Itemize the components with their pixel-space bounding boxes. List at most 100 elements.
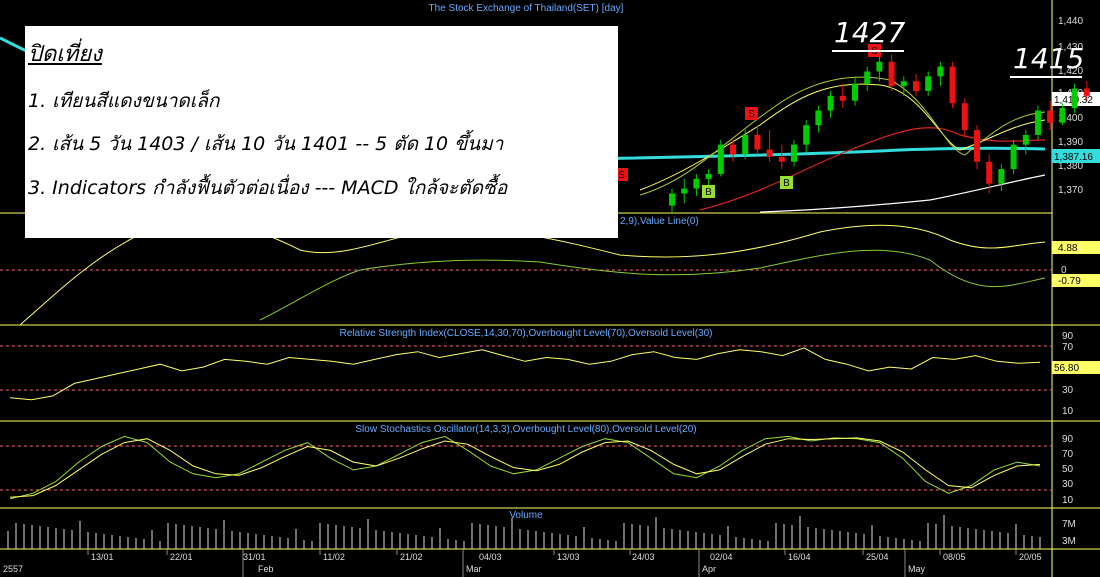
stoch-tick: 90 <box>1062 434 1074 445</box>
stoch-tick: 50 <box>1062 464 1074 475</box>
volume-tick: 7M <box>1062 519 1076 530</box>
note-title: ปิดเที่ยง <box>28 42 102 67</box>
price-tick: 1,390 <box>1058 137 1083 148</box>
month-label: Mar <box>466 564 482 574</box>
macd-value-1: 4.88 <box>1058 243 1078 254</box>
date-tick: 16/04 <box>788 552 811 562</box>
annotation-high-2: 1415 <box>1013 42 1085 75</box>
month-label: May <box>908 564 926 574</box>
date-tick: 02/04 <box>710 552 733 562</box>
candlesticks <box>669 54 1090 213</box>
candle-body <box>778 156 785 162</box>
macd-title: 2,9),Value Line(0) <box>620 216 699 227</box>
candle-body <box>717 144 724 174</box>
date-tick: 25/04 <box>866 552 889 562</box>
annotation-high-1: 1427 <box>834 16 906 49</box>
reference-levels <box>0 269 1052 491</box>
candle-body <box>1022 134 1029 145</box>
candle-body <box>986 161 993 184</box>
candle-body <box>803 125 810 145</box>
note-box: ปิดเที่ยง 1. เทียนสีแดงขนาดเล็ก 2. เส้น … <box>25 26 618 238</box>
candle-body <box>1059 108 1066 123</box>
candle-body <box>876 61 883 72</box>
signal-label: B <box>783 178 790 189</box>
macd-value-2: -0.79 <box>1058 276 1081 287</box>
annotation-underline-2 <box>1010 76 1082 78</box>
candle-body <box>1071 88 1078 109</box>
date-tick: 04/03 <box>479 552 502 562</box>
date-tick: 24/03 <box>632 552 655 562</box>
candle-body <box>961 103 968 131</box>
candle-body <box>864 71 871 84</box>
macd-signal-line <box>259 249 1046 321</box>
note-line-2: 2. เส้น 5 วัน 1403 / เส้น 10 วัน 1401 --… <box>28 133 504 155</box>
candle-body <box>1035 110 1041 135</box>
candle-body <box>1010 144 1017 170</box>
month-label: 2557 <box>3 564 23 574</box>
rsi-tick: 90 <box>1062 331 1074 342</box>
candle-body <box>827 95 834 111</box>
candle-body <box>681 188 688 194</box>
candle-body <box>705 173 712 179</box>
candle-body <box>1047 110 1054 123</box>
stoch-tick: 10 <box>1062 495 1074 506</box>
date-tick: 11/02 <box>323 552 345 562</box>
candle-body <box>900 81 907 87</box>
date-tick: 13/03 <box>557 552 580 562</box>
ma-value-tag: 1,387.16 <box>1052 149 1100 163</box>
macd-axis: 4.88 0 -0.79 <box>1052 241 1100 287</box>
trade-signals: SSSBB <box>615 44 881 198</box>
stoch-title: Slow Stochastics Oscillator(14,3,3),Over… <box>355 424 696 435</box>
rsi-tick: 30 <box>1062 385 1074 396</box>
rsi-path <box>9 347 1041 401</box>
rsi-title: Relative Strength Index(CLOSE,14,30,70),… <box>340 328 713 339</box>
ma-mid-line <box>699 127 1046 211</box>
date-tick: 20/05 <box>1019 552 1042 562</box>
price-tick: 1,370 <box>1058 185 1083 196</box>
rsi-tick: 10 <box>1062 406 1074 417</box>
candle-body <box>693 178 700 189</box>
stoch-tick: 70 <box>1062 449 1074 460</box>
candle-body <box>913 81 919 91</box>
month-label: Feb <box>258 564 274 574</box>
volume-title: Volume <box>509 510 543 521</box>
candle-body <box>730 144 736 155</box>
note-line-1: 1. เทียนสีแดงขนาดเล็ก <box>28 90 220 112</box>
signal-label: B <box>705 187 712 198</box>
candle-body <box>791 144 797 162</box>
candle-body <box>742 134 749 155</box>
volume-tick: 3M <box>1062 536 1076 547</box>
candle-body <box>949 66 956 104</box>
candle-body <box>1083 88 1090 96</box>
date-tick: 22/01 <box>170 552 193 562</box>
volume-axis: 7M 3M <box>1062 519 1076 547</box>
candle-body <box>852 83 858 101</box>
main-chart-title: The Stock Exchange of Thailand(SET) [day… <box>429 3 624 14</box>
date-tick: 13/01 <box>91 552 114 562</box>
signal-label: S <box>618 170 625 181</box>
price-tick: 1,440 <box>1058 16 1083 27</box>
ma-value: 1,387.16 <box>1054 152 1093 163</box>
candle-body <box>815 110 822 126</box>
date-tick: 31/01 <box>243 552 266 562</box>
candle-body <box>766 149 773 157</box>
signal-label: S <box>748 109 755 120</box>
rsi-line <box>9 347 1041 401</box>
candle-body <box>754 134 761 150</box>
date-tick: 08/05 <box>943 552 966 562</box>
month-label: Apr <box>702 564 716 574</box>
candle-body <box>669 193 675 206</box>
candle-body <box>888 61 895 87</box>
rsi-tick: 70 <box>1062 342 1074 353</box>
candle-body <box>937 66 944 77</box>
rsi-axis: 90 70 50 30 10 56.80 <box>1052 331 1100 417</box>
candle-body <box>839 95 846 101</box>
candle-body <box>998 169 1005 184</box>
note-line-3: 3. Indicators กำลังฟื้นตัวต่อเนื่อง --- … <box>28 177 508 199</box>
stoch-axis: 90 70 50 30 10 <box>1062 434 1074 506</box>
candle-body <box>974 130 980 162</box>
annotation-underline-1 <box>832 50 904 52</box>
rsi-value: 56.80 <box>1054 363 1079 374</box>
date-tick: 21/02 <box>400 552 423 562</box>
stoch-tick: 30 <box>1062 479 1074 490</box>
